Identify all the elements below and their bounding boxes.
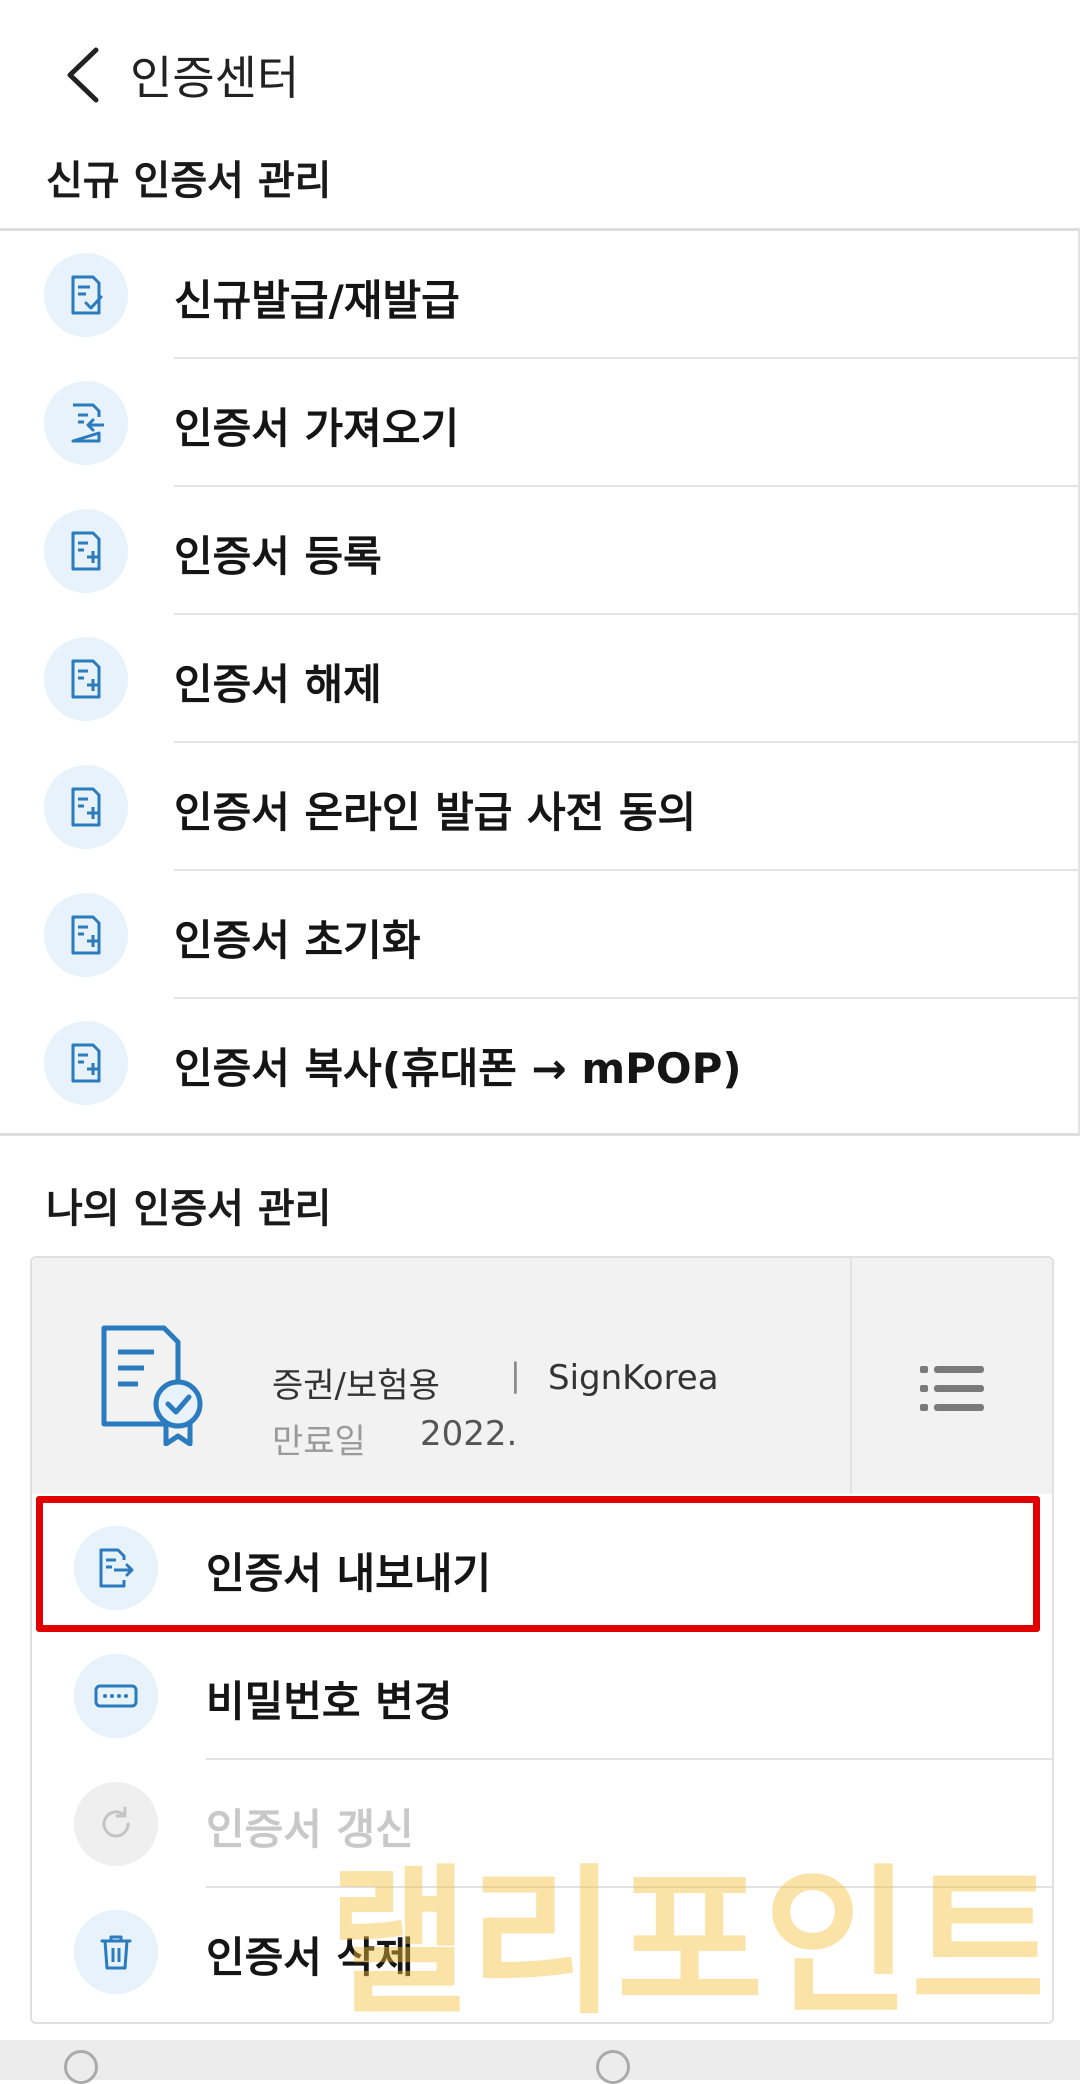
password-keyboard-icon	[74, 1654, 158, 1738]
document-add-icon	[44, 509, 128, 593]
menu-item-label: 인증서 가져오기	[174, 404, 460, 453]
expiry-value: 2022.	[420, 1414, 518, 1454]
menu-item-online-consent[interactable]: 인증서 온라인 발급 사전 동의	[0, 743, 1078, 871]
info-icon	[596, 2050, 630, 2084]
action-change-password[interactable]: 비밀번호 변경	[32, 1632, 1052, 1760]
new-cert-menu: 신규발급/재발급 인증서 가져오기 인증서 등록 인증서 해제 인증서 온라인 …	[0, 228, 1080, 1136]
menu-item-reset[interactable]: 인증서 초기화	[0, 871, 1078, 999]
svg-text:랠리포인트: 랠리포인트	[340, 1849, 1040, 2028]
menu-item-label: 인증서 복사(휴대폰 → mPOP)	[174, 1044, 742, 1093]
document-add-icon	[44, 637, 128, 721]
menu-item-release[interactable]: 인증서 해제	[0, 615, 1078, 743]
action-label: 비밀번호 변경	[206, 1677, 453, 1726]
certificate-summary[interactable]: 증권/보험용 | SignKorea 만료일 2022.	[32, 1258, 1052, 1494]
chevron-left-icon	[67, 47, 99, 103]
document-import-icon	[44, 381, 128, 465]
document-add-icon	[44, 765, 128, 849]
app-header: 인증센터	[0, 0, 1080, 150]
menu-item-register[interactable]: 인증서 등록	[0, 487, 1078, 615]
menu-item-import[interactable]: 인증서 가져오기	[0, 359, 1078, 487]
watermark-logo: 랠리포인트	[340, 1849, 1040, 2028]
refresh-icon	[74, 1782, 158, 1866]
menu-item-issue[interactable]: 신규발급/재발급	[0, 231, 1078, 359]
section-title-my-cert: 나의 인증서 관리	[46, 1186, 332, 1232]
certificate-icon	[101, 1325, 203, 1446]
info-icon	[64, 2050, 98, 2084]
list-menu-icon[interactable]	[920, 1364, 984, 1414]
menu-item-copy[interactable]: 인증서 복사(휴대폰 → mPOP)	[0, 999, 1078, 1127]
back-button[interactable]	[60, 44, 110, 106]
section-title-new-cert: 신규 인증서 관리	[46, 158, 332, 204]
highlight-box	[36, 1496, 1040, 1632]
menu-item-label: 인증서 해제	[174, 660, 382, 709]
bottom-info-bar	[0, 2040, 1080, 2084]
document-check-icon	[44, 253, 128, 337]
vertical-divider	[850, 1258, 852, 1494]
page-title: 인증센터	[130, 51, 300, 105]
document-add-icon	[44, 893, 128, 977]
certificate-type: 증권/보험용	[272, 1366, 440, 1406]
trash-icon	[74, 1910, 158, 1994]
expiry-label: 만료일	[272, 1422, 366, 1462]
certificate-issuer: SignKorea	[548, 1358, 719, 1398]
separator: |	[510, 1356, 521, 1394]
menu-item-label: 신규발급/재발급	[174, 276, 460, 325]
menu-item-label: 인증서 등록	[174, 532, 382, 581]
menu-item-label: 인증서 초기화	[174, 916, 421, 965]
document-add-icon	[44, 1021, 128, 1105]
menu-item-label: 인증서 온라인 발급 사전 동의	[174, 788, 697, 837]
